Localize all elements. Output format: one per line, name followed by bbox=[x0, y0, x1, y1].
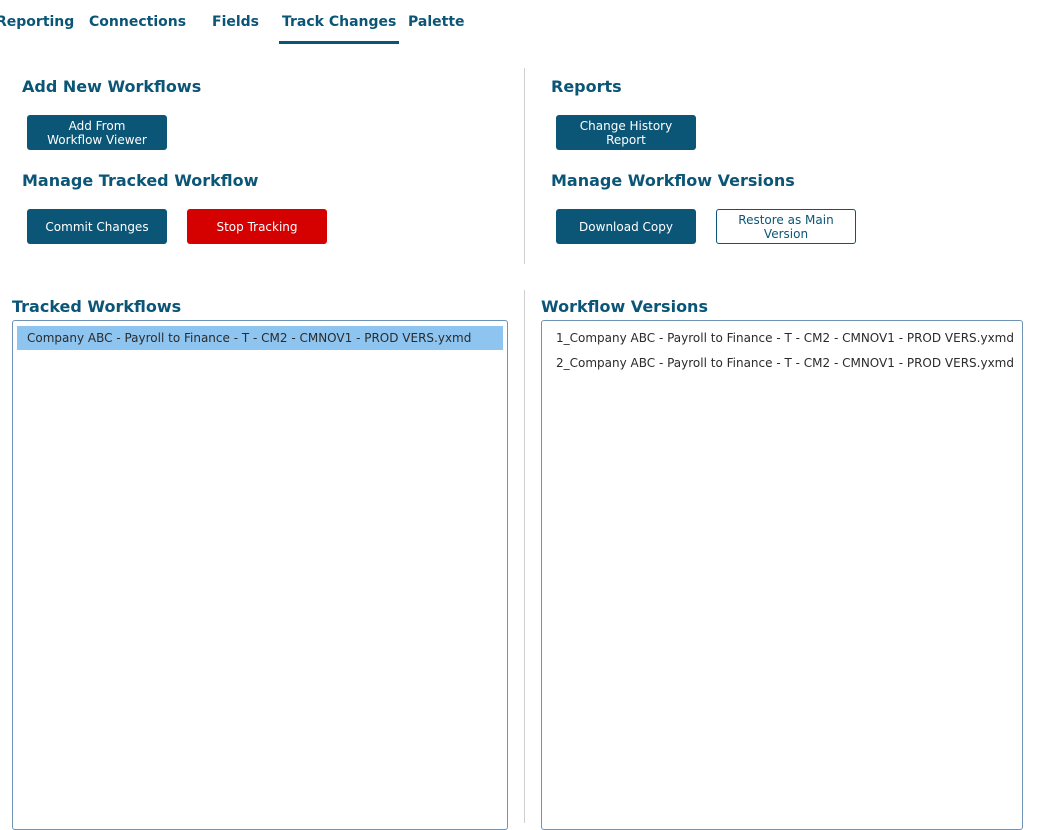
tracked-workflows-heading: Tracked Workflows bbox=[12, 297, 182, 316]
tracked-workflows-list[interactable]: Company ABC - Payroll to Finance - T - C… bbox=[12, 320, 508, 830]
add-workflows-heading: Add New Workflows bbox=[22, 77, 202, 96]
report-button-line1: Change History bbox=[579, 118, 673, 133]
restore-button-line2: Version bbox=[763, 226, 809, 241]
restore-button-line1: Restore as Main bbox=[738, 212, 834, 227]
workflow-version-item[interactable]: 1_Company ABC - Payroll to Finance - T -… bbox=[556, 330, 1014, 346]
tab-reporting[interactable]: Reporting bbox=[0, 14, 74, 30]
download-copy-button[interactable]: Download Copy bbox=[556, 209, 696, 244]
tab-palette[interactable]: Palette bbox=[408, 14, 465, 30]
tab-fields[interactable]: Fields bbox=[212, 14, 259, 30]
add-button-line1: Add From bbox=[68, 118, 126, 133]
add-from-workflow-viewer-button[interactable]: Add From Workflow Viewer bbox=[27, 115, 167, 150]
panel-divider bbox=[524, 68, 525, 264]
report-button-line2: Report bbox=[606, 132, 646, 147]
manage-tracked-heading: Manage Tracked Workflow bbox=[22, 171, 259, 190]
manage-versions-heading: Manage Workflow Versions bbox=[551, 171, 795, 190]
commit-changes-button[interactable]: Commit Changes bbox=[27, 209, 167, 244]
restore-as-main-version-button[interactable]: Restore as Main Version bbox=[716, 209, 856, 244]
tab-bar: Reporting Connections Fields Track Chang… bbox=[0, 0, 1053, 46]
tracked-workflow-item[interactable]: Company ABC - Payroll to Finance - T - C… bbox=[17, 326, 503, 350]
stop-tracking-button[interactable]: Stop Tracking bbox=[187, 209, 327, 244]
add-button-line2: Workflow Viewer bbox=[47, 132, 147, 147]
workflow-versions-list[interactable]: 1_Company ABC - Payroll to Finance - T -… bbox=[541, 320, 1023, 830]
change-history-report-button[interactable]: Change History Report bbox=[556, 115, 696, 150]
workflow-version-item[interactable]: 2_Company ABC - Payroll to Finance - T -… bbox=[556, 355, 1014, 371]
workflow-versions-heading: Workflow Versions bbox=[541, 297, 708, 316]
tab-connections[interactable]: Connections bbox=[89, 14, 186, 30]
tab-track-changes[interactable]: Track Changes bbox=[278, 14, 400, 44]
reports-heading: Reports bbox=[551, 77, 622, 96]
list-divider bbox=[524, 290, 525, 823]
